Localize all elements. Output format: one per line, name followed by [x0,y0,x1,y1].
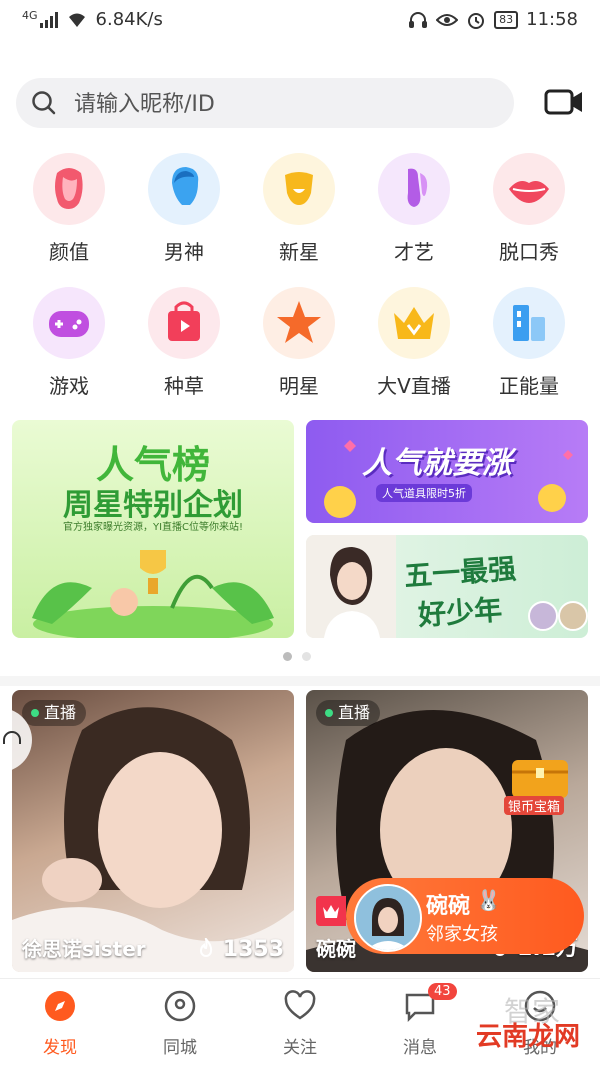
treasure-chest-icon[interactable]: 银币宝箱 [502,746,578,816]
category-mingxing[interactable]: 明星 [244,287,354,399]
category-label: 明星 [279,374,319,398]
male-head-icon [148,153,220,225]
carousel-dot[interactable] [302,652,311,661]
wifi-icon [68,13,85,27]
nav-label: 消息 [403,1038,437,1058]
carousel-dot[interactable] [283,652,292,661]
trophy-plant-illustration [32,550,274,638]
category-caiyi[interactable]: 才艺 [359,153,469,265]
ballet-icon [378,153,450,225]
nav-label: 发现 [43,1038,77,1058]
streamer-photo [12,707,294,972]
shopping-bag-icon [148,287,220,359]
popularity-count: 1353 [197,935,284,962]
watermark: 云南龙网 [475,1022,580,1052]
category-nanshen[interactable]: 男神 [129,153,239,265]
banner-may-day[interactable]: 五一最强 好少年 [306,535,588,638]
search-bar[interactable] [16,78,514,128]
battery-icon: 83 [494,10,519,29]
network-type: 4G [22,9,38,22]
popup-name: 碗碗 [426,894,471,919]
nav-discover[interactable]: 发现 [0,989,120,1058]
avatar [354,884,422,952]
live-card[interactable]: 直播 徐思诺sister 1353 [12,690,294,972]
clock: 11:58 [526,9,578,30]
nav-label: 同城 [163,1038,197,1058]
nav-follow[interactable]: 关注 [240,989,360,1058]
lips-icon [493,153,565,225]
popularity-value: 1353 [222,937,284,962]
category-label: 才艺 [394,240,434,264]
streamer-popup[interactable]: 碗碗 🐰 邻家女孩 [346,878,584,954]
flame-icon [200,935,213,957]
face-icon [33,153,105,225]
eye-icon [436,13,459,26]
carousel-dots [283,652,311,661]
category-daV[interactable]: 大V直播 [359,287,469,399]
category-label: 男神 [164,240,204,264]
category-yanzhi[interactable]: 颜值 [14,153,124,265]
signal-icon [39,11,58,28]
headset-icon [3,731,21,744]
category-zhongcao[interactable]: 种草 [129,287,239,399]
search-input[interactable] [72,86,496,122]
nav-nearby[interactable]: 同城 [120,989,240,1058]
star-icon [263,287,335,359]
chest-label: 银币宝箱 [504,796,565,815]
building-icon [493,287,565,359]
streamer-name: 徐思诺sister [22,937,146,961]
heart-icon [284,990,316,1020]
crown-tag-icon [316,896,346,926]
category-label: 大V直播 [377,374,451,398]
alarm-icon [468,12,485,29]
live-badge: 直播 [316,700,381,726]
compass-icon [45,991,75,1021]
streamer-name: 碗碗 [316,937,356,961]
bunny-icon: 🐰 [476,888,501,912]
avatar-small [528,601,558,631]
emoji-decoration [324,440,573,518]
net-speed: 6.84K/s [95,9,163,30]
gamepad-icon [33,287,105,359]
video-camera-icon[interactable] [544,86,584,118]
search-icon [32,91,56,115]
category-zhengnengliang[interactable]: 正能量 [474,287,584,399]
avatar-small [558,601,588,631]
location-icon [164,990,196,1022]
nav-label: 关注 [283,1038,317,1058]
category-xinxing[interactable]: 新星 [244,153,354,265]
category-youxi[interactable]: 游戏 [14,287,124,399]
category-label: 新星 [279,240,319,264]
banner-subtitle: 好少年 [417,593,504,632]
section-divider [0,676,600,686]
banner-weekly-ranking[interactable]: 人气榜 周星特别企划 官方独家曝光资源，YI直播C位等你来站! [12,420,294,638]
unread-badge: 43 [428,983,457,1000]
live-badge: 直播 [22,700,87,726]
nav-messages[interactable]: 43 消息 [360,983,480,1058]
category-label: 游戏 [49,374,89,398]
category-label: 脱口秀 [499,240,559,264]
smile-star-icon [263,153,335,225]
category-label: 正能量 [499,374,559,398]
status-bar: 4G 6.84K/s 83 11:58 [0,0,600,40]
girl-photo [306,535,396,638]
category-label: 种草 [164,374,204,398]
popup-description: 邻家女孩 [426,924,498,945]
crown-icon [378,287,450,359]
category-tuokouxiu[interactable]: 脱口秀 [474,153,584,265]
category-label: 颜值 [49,240,89,264]
headset-icon [409,11,428,28]
banner-popularity-boost[interactable]: 人气就要涨 人气道具限时5折 [306,420,588,523]
